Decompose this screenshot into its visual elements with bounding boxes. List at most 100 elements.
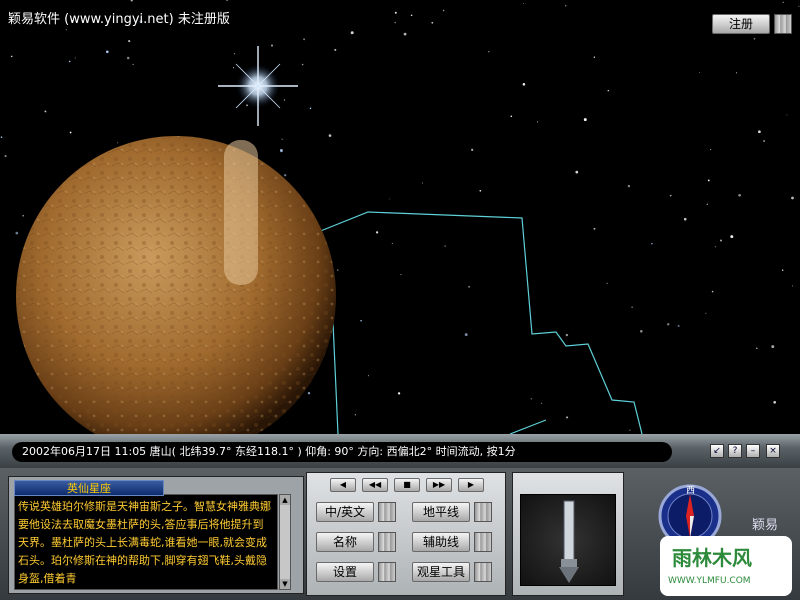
play-button[interactable]: ▶ [458, 478, 484, 492]
star [15, 231, 19, 235]
star [530, 398, 532, 400]
star [394, 11, 397, 14]
star [391, 242, 393, 244]
star [301, 63, 304, 66]
rewind-button[interactable]: ◀ [330, 478, 356, 492]
star [667, 323, 670, 326]
stargazing-tools-button[interactable]: 观星工具 [412, 562, 470, 582]
star [105, 50, 109, 54]
help-icon[interactable]: ? [728, 444, 742, 458]
star [132, 63, 134, 65]
star [607, 89, 610, 92]
telescope-icon [559, 500, 579, 583]
star [714, 246, 716, 248]
star [354, 414, 357, 416]
info-scrollbar[interactable]: ▲ ▼ [279, 494, 291, 590]
star [791, 285, 793, 287]
star [74, 57, 76, 59]
star [309, 107, 312, 110]
star [583, 118, 587, 122]
star [328, 134, 332, 137]
restore-icon[interactable]: ↙ [710, 444, 724, 458]
star [403, 32, 407, 36]
star [606, 282, 608, 284]
star [233, 53, 235, 55]
star [389, 198, 391, 200]
star [755, 347, 758, 350]
star [711, 290, 714, 293]
star [69, 131, 72, 134]
star [523, 2, 524, 4]
horizon-button[interactable]: 地平线 [412, 502, 470, 522]
stop-button[interactable]: ■ [394, 478, 420, 492]
star [464, 333, 468, 337]
star [117, 142, 119, 144]
step-forward-button[interactable]: ▶▶ [426, 478, 452, 492]
star [22, 214, 25, 217]
star [651, 242, 653, 245]
star [699, 72, 700, 73]
star [488, 51, 490, 53]
language-toggle-button[interactable]: 中/英文 [316, 502, 374, 522]
star [442, 9, 445, 12]
guidelines-button[interactable]: 辅助线 [412, 532, 470, 552]
language-grip[interactable] [378, 502, 396, 522]
star [565, 5, 567, 7]
telescope-view[interactable] [520, 494, 616, 586]
star [0, 136, 3, 138]
star [128, 40, 131, 43]
stargazing-tools-grip[interactable] [474, 562, 492, 582]
scroll-down-icon[interactable]: ▼ [280, 579, 290, 589]
names-grip[interactable] [378, 532, 396, 552]
star [394, 21, 396, 24]
compass-west-label: 西 [686, 485, 695, 496]
star [631, 306, 633, 308]
star [510, 115, 513, 118]
star [334, 48, 337, 51]
star [468, 285, 471, 288]
star [706, 203, 708, 205]
scroll-up-icon[interactable]: ▲ [280, 495, 290, 505]
star [782, 1, 784, 3]
horizon-grip[interactable] [474, 502, 492, 522]
settings-button[interactable]: 设置 [316, 562, 374, 582]
star [593, 227, 596, 230]
star [421, 182, 424, 184]
settings-grip[interactable] [378, 562, 396, 582]
register-button[interactable]: 注册 [712, 14, 770, 34]
star [758, 130, 761, 134]
star [640, 330, 643, 333]
close-icon[interactable]: × [766, 444, 780, 458]
star [782, 269, 784, 271]
star [307, 392, 311, 395]
star [303, 38, 306, 41]
names-button[interactable]: 名称 [316, 532, 374, 552]
star [773, 400, 777, 404]
star [444, 245, 446, 247]
star [65, 29, 67, 31]
star [281, 138, 283, 140]
star [763, 140, 765, 142]
watermark-main: 雨林木风 [672, 546, 752, 570]
star [360, 319, 362, 322]
status-text: 2002年06月17日 11:05 唐山( 北纬39.7° 东经118.1° )… [12, 442, 672, 462]
star-map-view[interactable] [0, 0, 800, 434]
star [337, 269, 339, 271]
star [10, 55, 13, 58]
star [565, 333, 569, 337]
star [367, 375, 369, 377]
guidelines-grip[interactable] [474, 532, 492, 552]
star [232, 67, 235, 69]
star [279, 149, 283, 152]
star [627, 184, 631, 188]
star [730, 235, 734, 239]
minimize-icon[interactable]: – [746, 444, 760, 458]
star [629, 429, 631, 431]
brand-label: 颖易 [752, 518, 779, 533]
register-grip[interactable] [774, 14, 792, 34]
star [522, 83, 526, 86]
star [350, 31, 354, 35]
star [575, 170, 579, 174]
step-back-button[interactable]: ◀◀ [362, 478, 388, 492]
window-title: 颖易软件 (www.yingyi.net) 未注册版 [8, 12, 230, 27]
